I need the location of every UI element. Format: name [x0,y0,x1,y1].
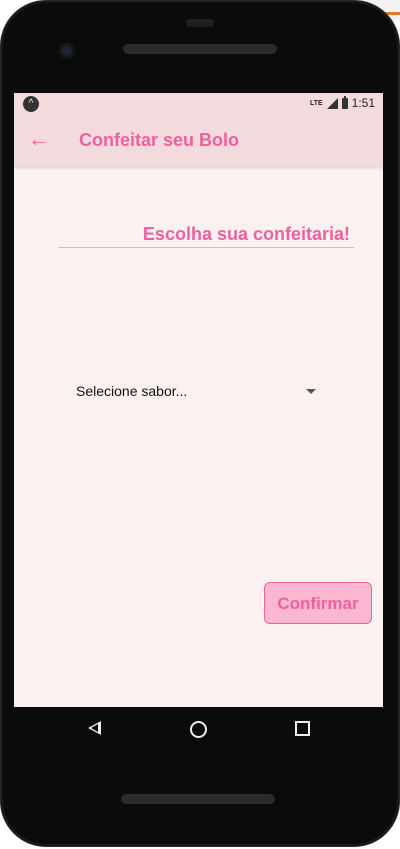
section-heading: Escolha sua confeitaria! [59,224,354,248]
battery-icon [341,95,348,109]
status-bar: ^ LTE 1:51 [14,93,383,115]
app-notification-icon: ^ [23,96,39,112]
dropdown-selected-value: Selecione sabor... [76,383,188,399]
bottom-speaker [121,794,275,804]
caret-down-icon [306,389,316,394]
flavor-dropdown[interactable]: Selecione sabor... [76,381,316,403]
arrow-left-icon: ← [28,126,50,151]
earpiece-slot [186,19,214,27]
network-type: LTE [309,99,323,107]
app-bar: ← Confeitar seu Bolo [14,115,383,166]
status-time: 1:51 [351,96,375,110]
front-camera [59,43,75,59]
app-screen: ^ LTE 1:51 ← Confeitar seu Bolo Escolha … [14,93,383,749]
signal-icon [326,97,338,109]
back-triangle-icon[interactable] [88,721,101,735]
confirm-button[interactable]: Confirmar [264,582,372,624]
status-indicators: LTE 1:51 [309,95,375,110]
home-circle-icon[interactable] [190,721,207,738]
heading-text: Escolha sua confeitaria! [142,224,350,244]
recents-square-icon[interactable] [295,721,310,736]
page-title: Confeitar seu Bolo [79,130,240,150]
top-speaker [123,44,277,54]
system-nav-bar [14,707,383,749]
back-button[interactable]: ← [26,127,52,153]
